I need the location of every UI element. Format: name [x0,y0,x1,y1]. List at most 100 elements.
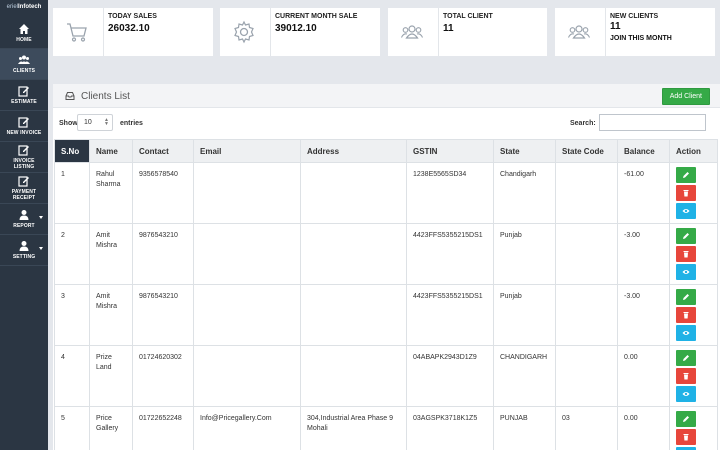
column-header-state-code[interactable]: State Code [555,139,618,163]
stat-title: NEW CLIENTS [610,13,659,20]
entries-label: entries [120,120,143,127]
cell-email: Info@Pricegallery.Com [193,406,301,450]
users-icon [18,55,30,64]
edit-button[interactable] [676,289,696,305]
user-icon [19,210,29,220]
stat-title: TODAY SALES [108,13,157,20]
view-button[interactable] [676,264,696,280]
sidebar-item-clients[interactable]: CLIENTS [0,49,48,80]
group-icon [400,25,424,39]
cell-actions [669,345,718,407]
cell-contact: 9876543210 [132,223,194,285]
cell-gstin: 4423FFS5355215DS1 [406,223,494,285]
cell-name: Amit Mishra [89,223,133,285]
sidebar-item-payment-receipt[interactable]: PAYMENT RECEIPT [0,173,48,204]
column-header-balance[interactable]: Balance [617,139,670,163]
cell-contact: 01722652248 [132,406,194,450]
group-icon [567,25,591,39]
delete-button[interactable] [676,185,696,201]
column-header-state[interactable]: State [493,139,556,163]
eye-icon [682,392,690,396]
column-header-email[interactable]: Email [193,139,301,163]
home-icon [19,24,29,34]
spinner-icon: ▲ ▼ [104,117,109,127]
entries-select[interactable]: 10 ▲ ▼ [77,114,113,131]
cell-gstin: 04ABAPK2943D1Z9 [406,345,494,407]
trash-icon [683,373,689,380]
eye-icon [682,331,690,335]
entries-value: 10 [84,119,92,126]
column-header-action: Action [669,139,718,163]
stat-title: TOTAL CLIENT [443,13,493,20]
sidebar-item-label: HOME [16,37,32,43]
column-header-contact[interactable]: Contact [132,139,194,163]
view-button[interactable] [676,386,696,402]
brand-logo[interactable]: erielInfotech [0,0,48,18]
divider [103,8,104,56]
search-input[interactable] [599,114,706,131]
trash-icon [683,312,689,319]
cell-gstin: 03AGSPK3718K1Z5 [406,406,494,450]
delete-button[interactable] [676,368,696,384]
sidebar-item-label: SETTING [12,254,36,260]
column-header-sno[interactable]: S.No [54,139,90,163]
delete-button[interactable] [676,429,696,445]
delete-button[interactable] [676,246,696,262]
sidebar-item-setting[interactable]: SETTING [0,235,48,266]
cell-balance: 0.00 [617,345,670,407]
view-button[interactable] [676,325,696,341]
column-header-address[interactable]: Address [300,139,407,163]
cell-gstin: 4423FFS5355215DS1 [406,284,494,346]
cell-state: CHANDIGARH [493,345,556,407]
sidebar-item-label: REPORT [13,223,35,229]
edit-button[interactable] [676,167,696,183]
pencil-icon [683,294,689,300]
cell-name: Prize Land [89,345,133,407]
cell-actions [669,284,718,346]
sidebar-item-estimate[interactable]: ESTIMATE [0,80,48,111]
sidebar-item-label: PAYMENT RECEIPT [11,189,37,201]
user-icon [19,241,29,251]
sidebar-item-new-invoice[interactable]: NEW INVOICE [0,111,48,142]
cell-state-code [555,162,618,224]
stat-card-today-sales: TODAY SALES 26032.10 [53,8,213,56]
table-body: 1 Rahul Sharma 9356578540 1238E5565SD34 Chan… [54,162,718,450]
show-label: Show [59,120,78,127]
search-label: Search: [570,120,596,127]
cell-state: PUNJAB [493,406,556,450]
cell-state: Chandigarh [493,162,556,224]
inbox-icon [65,92,75,100]
cell-state-code [555,345,618,407]
table-row: 4 Prize Land 01724620302 04ABAPK2943D1Z9 CHA… [54,345,718,407]
add-client-button[interactable]: Add Client [661,88,710,105]
table-row: 2 Amit Mishra 9876543210 4423FFS5355215DS1 P… [54,223,718,285]
cell-state-code [555,284,618,346]
view-button[interactable] [676,203,696,219]
stat-value: 26032.10 [108,23,150,34]
cell-balance: -3.00 [617,223,670,285]
stat-value: 11 [443,23,454,34]
cell-balance: -3.00 [617,284,670,346]
cell-contact: 9356578540 [132,162,194,224]
divider [438,8,439,56]
sidebar-item-home[interactable]: HOME [0,18,48,49]
table-header-row: S.No Name Contact Email Address GSTIN St… [54,139,718,163]
edit-button[interactable] [676,350,696,366]
panel-header: Clients List Add Client [53,84,720,108]
sidebar-item-invoice-listing[interactable]: INVOICE LISTING [0,142,48,173]
edit-icon [18,117,29,128]
stat-value: 11 [610,21,621,32]
delete-button[interactable] [676,307,696,323]
cell-email [193,223,301,285]
column-header-gstin[interactable]: GSTIN [406,139,494,163]
column-header-name[interactable]: Name [89,139,133,163]
edit-button[interactable] [676,228,696,244]
sidebar-item-label: ESTIMATE [11,99,37,105]
stat-card-total-client: TOTAL CLIENT 11 [388,8,547,56]
edit-icon [18,86,29,97]
stat-subtitle: JOIN THIS MONTH [610,35,672,42]
cell-contact: 9876543210 [132,284,194,346]
sidebar-item-report[interactable]: REPORT [0,204,48,235]
edit-button[interactable] [676,411,696,427]
cell-sno: 3 [54,284,90,346]
